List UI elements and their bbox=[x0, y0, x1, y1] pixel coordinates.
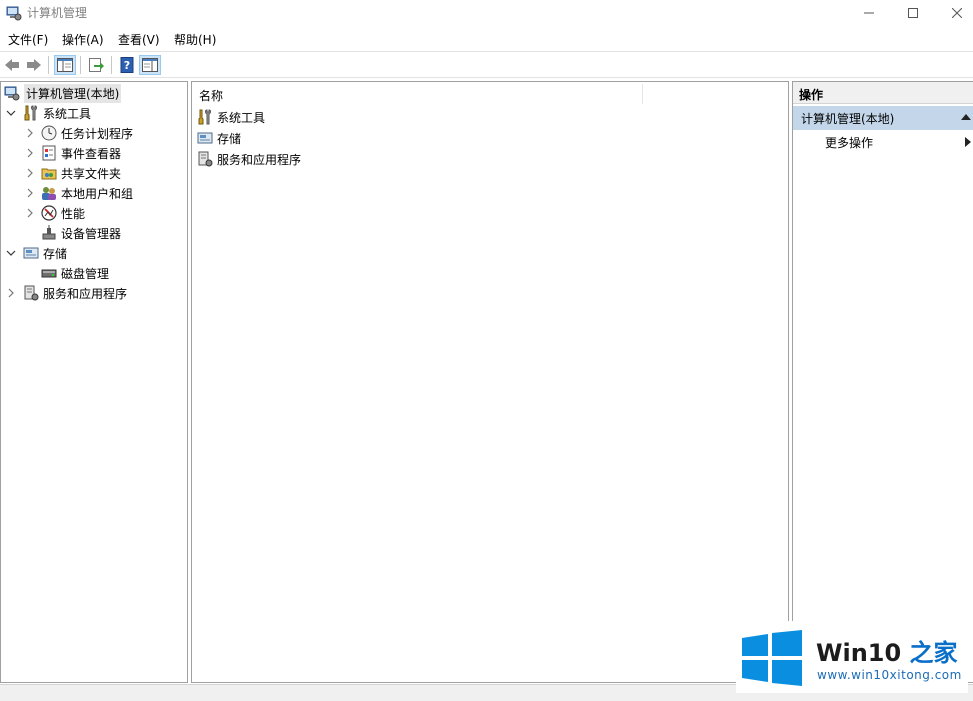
list-item[interactable]: 服务和应用程序 bbox=[197, 149, 301, 169]
chevron-down-icon[interactable] bbox=[6, 248, 16, 258]
shared-folder-icon bbox=[41, 168, 57, 180]
tree-item-task-scheduler[interactable]: 任务计划程序 bbox=[41, 123, 133, 143]
title-bar: 计算机管理 bbox=[0, 0, 973, 26]
close-icon bbox=[952, 8, 962, 18]
storage-icon bbox=[23, 247, 39, 259]
users-icon bbox=[42, 187, 56, 200]
tree-item-services-apps[interactable]: 服务和应用程序 bbox=[23, 283, 127, 303]
more-actions-item[interactable]: 更多操作 bbox=[793, 131, 973, 153]
toolbar-separator bbox=[48, 56, 49, 74]
list-item[interactable]: 存储 bbox=[197, 128, 241, 148]
tree-item-label: 磁盘管理 bbox=[61, 266, 110, 281]
tools-icon bbox=[24, 105, 37, 121]
svg-text:?: ? bbox=[124, 59, 130, 72]
help-icon: ? bbox=[120, 57, 134, 73]
minimize-icon bbox=[864, 12, 874, 14]
forward-icon bbox=[27, 59, 41, 71]
actions-section-header[interactable]: 计算机管理(本地) bbox=[793, 106, 973, 130]
menu-action[interactable]: 操作(A) bbox=[62, 31, 104, 48]
console-tree-icon bbox=[57, 58, 73, 72]
back-button[interactable] bbox=[1, 55, 23, 75]
export-list-button[interactable] bbox=[85, 55, 107, 75]
tree-item-label: 本地用户和组 bbox=[61, 186, 134, 201]
close-button[interactable] bbox=[934, 0, 973, 26]
actions-header: 操作 bbox=[793, 82, 973, 104]
toolbar: ? bbox=[0, 51, 973, 78]
chevron-right-icon[interactable] bbox=[25, 188, 35, 198]
more-actions-label: 更多操作 bbox=[825, 135, 874, 150]
list-item-label: 系统工具 bbox=[217, 110, 266, 125]
show-console-tree-button[interactable] bbox=[54, 55, 76, 75]
tree-item-label: 系统工具 bbox=[43, 106, 92, 121]
show-action-pane-button[interactable] bbox=[139, 55, 161, 75]
menu-bar: 文件(F) 操作(A) 查看(V) 帮助(H) bbox=[0, 28, 973, 50]
tree-item-disk-management[interactable]: 磁盘管理 bbox=[41, 263, 109, 283]
tree-item-label: 设备管理器 bbox=[61, 226, 122, 241]
tree-item-label: 存储 bbox=[43, 246, 68, 261]
maximize-button[interactable] bbox=[890, 0, 936, 26]
help-button[interactable]: ? bbox=[116, 55, 138, 75]
actions-section-title: 计算机管理(本地) bbox=[801, 111, 895, 126]
computer-management-icon bbox=[4, 86, 20, 101]
tree-item-storage[interactable]: 存储 bbox=[23, 243, 67, 263]
computer-management-icon bbox=[6, 6, 22, 21]
tree-item-label: 性能 bbox=[61, 206, 86, 221]
tree-item-label: 共享文件夹 bbox=[61, 166, 122, 181]
forward-button[interactable] bbox=[23, 55, 45, 75]
tree-item-label: 计算机管理(本地) bbox=[24, 83, 122, 103]
storage-icon bbox=[197, 132, 213, 144]
chevron-right-icon[interactable] bbox=[25, 148, 35, 158]
minimize-button[interactable] bbox=[846, 0, 892, 26]
watermark-logo: Win10 之家 www.win10xitong.com bbox=[736, 621, 968, 693]
tools-icon bbox=[198, 109, 211, 125]
windows-logo-icon bbox=[742, 630, 802, 686]
watermark-url: www.win10xitong.com bbox=[817, 668, 962, 682]
services-icon bbox=[24, 285, 39, 301]
tree-item-device-manager[interactable]: 设备管理器 bbox=[41, 223, 121, 243]
submenu-arrow-icon bbox=[965, 137, 971, 147]
list-item-label: 服务和应用程序 bbox=[217, 152, 302, 167]
maximize-icon bbox=[908, 8, 918, 18]
column-divider[interactable] bbox=[642, 84, 643, 104]
results-pane: 名称 系统工具 存储 服务和应用程序 bbox=[191, 81, 789, 683]
column-header-name[interactable]: 名称 bbox=[199, 87, 223, 104]
action-pane-icon bbox=[142, 58, 158, 72]
event-viewer-icon bbox=[42, 145, 56, 161]
list-item[interactable]: 系统工具 bbox=[197, 107, 265, 127]
chevron-down-icon[interactable] bbox=[6, 108, 16, 118]
export-list-icon bbox=[89, 58, 104, 72]
collapse-up-icon[interactable] bbox=[961, 113, 971, 121]
tree-item-label: 任务计划程序 bbox=[61, 126, 134, 141]
back-icon bbox=[5, 59, 19, 71]
tree-item-performance[interactable]: 性能 bbox=[41, 203, 85, 223]
tree-item-shared-folders[interactable]: 共享文件夹 bbox=[41, 163, 121, 183]
disk-icon bbox=[41, 269, 57, 278]
tree-item-local-users[interactable]: 本地用户和组 bbox=[41, 183, 133, 203]
menu-file[interactable]: 文件(F) bbox=[8, 31, 48, 48]
window-title: 计算机管理 bbox=[27, 6, 88, 20]
computer-management-window: 计算机管理 文件(F) 操作(A) 查看(V) 帮助(H) ? 计算机管理(本地… bbox=[0, 0, 973, 701]
toolbar-separator bbox=[111, 56, 112, 74]
column-header: 名称 bbox=[192, 82, 788, 106]
menu-help[interactable]: 帮助(H) bbox=[174, 31, 216, 48]
menu-view[interactable]: 查看(V) bbox=[118, 31, 160, 48]
list-item-label: 存储 bbox=[217, 131, 242, 146]
actions-pane: 操作 计算机管理(本地) 更多操作 bbox=[792, 81, 973, 683]
chevron-right-icon[interactable] bbox=[25, 128, 35, 138]
chevron-right-icon[interactable] bbox=[25, 208, 35, 218]
console-tree-pane: 计算机管理(本地) 系统工具 任务计划程序 事件查看器 共享文件夹 本地用户和组… bbox=[0, 81, 188, 683]
tree-item-root[interactable]: 计算机管理(本地) bbox=[4, 83, 122, 103]
tree-item-label: 服务和应用程序 bbox=[43, 286, 128, 301]
watermark-title: Win10 之家 bbox=[816, 639, 958, 667]
device-manager-icon bbox=[42, 225, 56, 240]
chevron-right-icon[interactable] bbox=[6, 288, 16, 298]
clock-icon bbox=[41, 125, 57, 141]
toolbar-separator bbox=[80, 56, 81, 74]
services-icon bbox=[198, 151, 213, 167]
chevron-right-icon[interactable] bbox=[25, 168, 35, 178]
performance-icon bbox=[41, 205, 57, 221]
tree-item-event-viewer[interactable]: 事件查看器 bbox=[41, 143, 121, 163]
tree-item-system-tools[interactable]: 系统工具 bbox=[23, 103, 91, 123]
tree-item-label: 事件查看器 bbox=[61, 146, 122, 161]
